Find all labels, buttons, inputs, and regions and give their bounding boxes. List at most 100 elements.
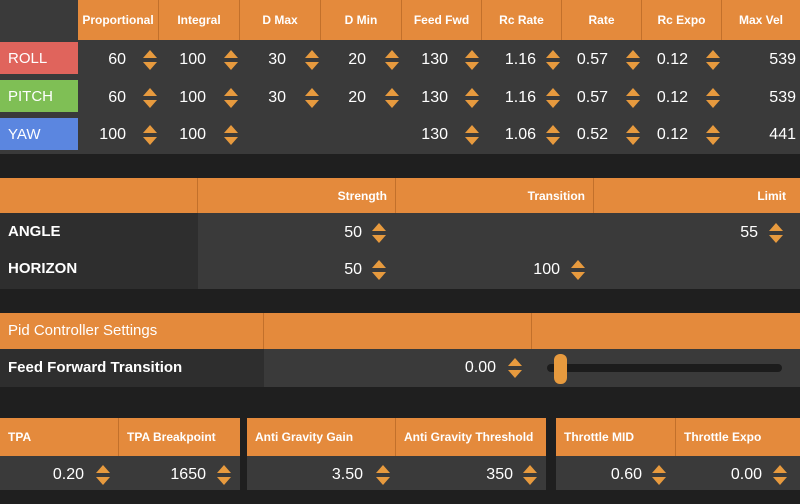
roll-rate-value[interactable]: 0.57 bbox=[568, 44, 608, 76]
horizon-strength-spinner[interactable] bbox=[372, 259, 386, 281]
col-max-vel: Max Vel bbox=[738, 13, 784, 27]
col-rc-rate: Rc Rate bbox=[482, 0, 562, 40]
yaw-proportional-spinner[interactable] bbox=[143, 124, 157, 146]
throttle-expo-label: Throttle Expo bbox=[684, 430, 762, 444]
pid-controller-header-mid bbox=[264, 313, 532, 349]
pitch-dmin-spinner[interactable] bbox=[385, 87, 399, 109]
pid-table: Proportional Integral D Max D Min Feed F… bbox=[0, 0, 800, 154]
roll-integral-spinner[interactable] bbox=[224, 49, 238, 71]
tpa-value[interactable]: 0.20 bbox=[36, 459, 84, 491]
yaw-rcexpo-value[interactable]: 0.12 bbox=[648, 119, 688, 151]
ff-transition-value[interactable]: 0.00 bbox=[440, 352, 496, 384]
yaw-rate-value[interactable]: 0.52 bbox=[568, 119, 608, 151]
roll-ff-spinner[interactable] bbox=[465, 49, 479, 71]
pitch-dmax-spinner[interactable] bbox=[305, 87, 319, 109]
yaw-ff-value[interactable]: 130 bbox=[410, 119, 448, 151]
throttle-header: Throttle MID Throttle Expo bbox=[556, 418, 800, 456]
yaw-integral-spinner[interactable] bbox=[224, 124, 238, 146]
angle-limit-value[interactable]: 55 bbox=[716, 217, 758, 249]
ag-gain-value[interactable]: 3.50 bbox=[307, 459, 363, 491]
roll-rcrate-value[interactable]: 1.16 bbox=[490, 44, 536, 76]
pitch-integral-spinner[interactable] bbox=[224, 87, 238, 109]
yaw-integral-value[interactable]: 100 bbox=[168, 119, 206, 151]
yaw-rcrate-spinner[interactable] bbox=[546, 124, 560, 146]
throttle-mid-value[interactable]: 0.60 bbox=[586, 459, 642, 491]
col-strength: Strength bbox=[198, 178, 396, 213]
pitch-rate-value[interactable]: 0.57 bbox=[568, 82, 608, 114]
horizon-transition-spinner[interactable] bbox=[571, 259, 585, 281]
ag-threshold-label: Anti Gravity Threshold bbox=[404, 430, 534, 444]
col-limit: Limit bbox=[757, 188, 786, 203]
roll-proportional-value[interactable]: 60 bbox=[90, 44, 126, 76]
col-transition: Transition bbox=[396, 178, 594, 213]
throttle-expo-spinner[interactable] bbox=[773, 464, 787, 486]
horizon-strength-value[interactable]: 50 bbox=[320, 254, 362, 286]
yaw-rcrate-value[interactable]: 1.06 bbox=[490, 119, 536, 151]
roll-proportional-spinner[interactable] bbox=[143, 49, 157, 71]
tpa-panel: TPA TPA Breakpoint 0.20 1650 bbox=[0, 418, 240, 490]
roll-rcexpo-value[interactable]: 0.12 bbox=[648, 44, 688, 76]
pitch-maxvel-value: 539 bbox=[769, 89, 796, 106]
pid-controller-header: Pid Controller Settings bbox=[0, 313, 800, 349]
pitch-rate-spinner[interactable] bbox=[626, 87, 640, 109]
ag-threshold-value[interactable]: 350 bbox=[457, 459, 513, 491]
roll-integral-value[interactable]: 100 bbox=[168, 44, 206, 76]
angle-strength-spinner[interactable] bbox=[372, 222, 386, 244]
pitch-ff-spinner[interactable] bbox=[465, 87, 479, 109]
pitch-rcrate-spinner[interactable] bbox=[546, 87, 560, 109]
angle-limit-spinner[interactable] bbox=[769, 222, 783, 244]
pitch-rcrate-value[interactable]: 1.16 bbox=[490, 82, 536, 114]
mode-label-angle: ANGLE bbox=[8, 222, 61, 240]
yaw-maxvel-value: 441 bbox=[769, 126, 796, 143]
pitch-dmax-value[interactable]: 30 bbox=[250, 82, 286, 114]
ff-transition-slider-track[interactable] bbox=[547, 364, 782, 372]
roll-dmin-value[interactable]: 20 bbox=[330, 44, 366, 76]
col-integral: Integral bbox=[159, 0, 240, 40]
throttle-expo-value[interactable]: 0.00 bbox=[706, 459, 762, 491]
tpa-breakpoint-value[interactable]: 1650 bbox=[150, 459, 206, 491]
col-d-max: D Max bbox=[240, 0, 321, 40]
roll-maxvel-value: 539 bbox=[769, 51, 796, 68]
roll-dmin-spinner[interactable] bbox=[385, 49, 399, 71]
pitch-proportional-spinner[interactable] bbox=[143, 87, 157, 109]
pitch-integral-value[interactable]: 100 bbox=[168, 82, 206, 114]
horizon-transition-value[interactable]: 100 bbox=[510, 254, 560, 286]
roll-dmax-spinner[interactable] bbox=[305, 49, 319, 71]
pid-controller-title: Pid Controller Settings bbox=[0, 313, 264, 349]
row-label-roll: ROLL bbox=[0, 42, 78, 74]
yaw-ff-spinner[interactable] bbox=[465, 124, 479, 146]
roll-rcexpo-spinner[interactable] bbox=[706, 49, 720, 71]
angle-strength-value[interactable]: 50 bbox=[320, 217, 362, 249]
tpa-breakpoint-spinner[interactable] bbox=[217, 464, 231, 486]
roll-rate-spinner[interactable] bbox=[626, 49, 640, 71]
ag-threshold-spinner[interactable] bbox=[523, 464, 537, 486]
yaw-rcexpo-spinner[interactable] bbox=[706, 124, 720, 146]
tpa-spinner[interactable] bbox=[96, 464, 110, 486]
modes-header: Strength Transition Limit bbox=[0, 178, 800, 213]
ff-transition-spinner[interactable] bbox=[508, 357, 522, 379]
yaw-rate-spinner[interactable] bbox=[626, 124, 640, 146]
yaw-proportional-value[interactable]: 100 bbox=[88, 119, 126, 151]
pid-controller-panel: Pid Controller Settings Feed Forward Tra… bbox=[0, 313, 800, 387]
roll-dmax-value[interactable]: 30 bbox=[250, 44, 286, 76]
col-feed-fwd: Feed Fwd bbox=[402, 0, 482, 40]
pid-table-header: Proportional Integral D Max D Min Feed F… bbox=[78, 0, 800, 40]
pitch-proportional-value[interactable]: 60 bbox=[90, 82, 126, 114]
col-proportional: Proportional bbox=[78, 0, 159, 40]
ff-transition-slider-thumb[interactable] bbox=[554, 354, 567, 384]
ff-transition-label: Feed Forward Transition bbox=[8, 358, 183, 376]
anti-gravity-panel: Anti Gravity Gain Anti Gravity Threshold… bbox=[247, 418, 546, 490]
throttle-mid-spinner[interactable] bbox=[652, 464, 666, 486]
roll-rcrate-spinner[interactable] bbox=[546, 49, 560, 71]
row-label-pitch: PITCH bbox=[0, 80, 78, 112]
roll-ff-value[interactable]: 130 bbox=[410, 44, 448, 76]
row-label-yaw: YAW bbox=[0, 118, 78, 150]
col-d-min: D Min bbox=[321, 0, 402, 40]
ag-gain-spinner[interactable] bbox=[376, 464, 390, 486]
pitch-rcexpo-value[interactable]: 0.12 bbox=[648, 82, 688, 114]
modes-header-corner bbox=[0, 178, 198, 213]
pitch-ff-value[interactable]: 130 bbox=[410, 82, 448, 114]
ag-gain-label: Anti Gravity Gain bbox=[247, 418, 396, 456]
pitch-dmin-value[interactable]: 20 bbox=[330, 82, 366, 114]
pitch-rcexpo-spinner[interactable] bbox=[706, 87, 720, 109]
